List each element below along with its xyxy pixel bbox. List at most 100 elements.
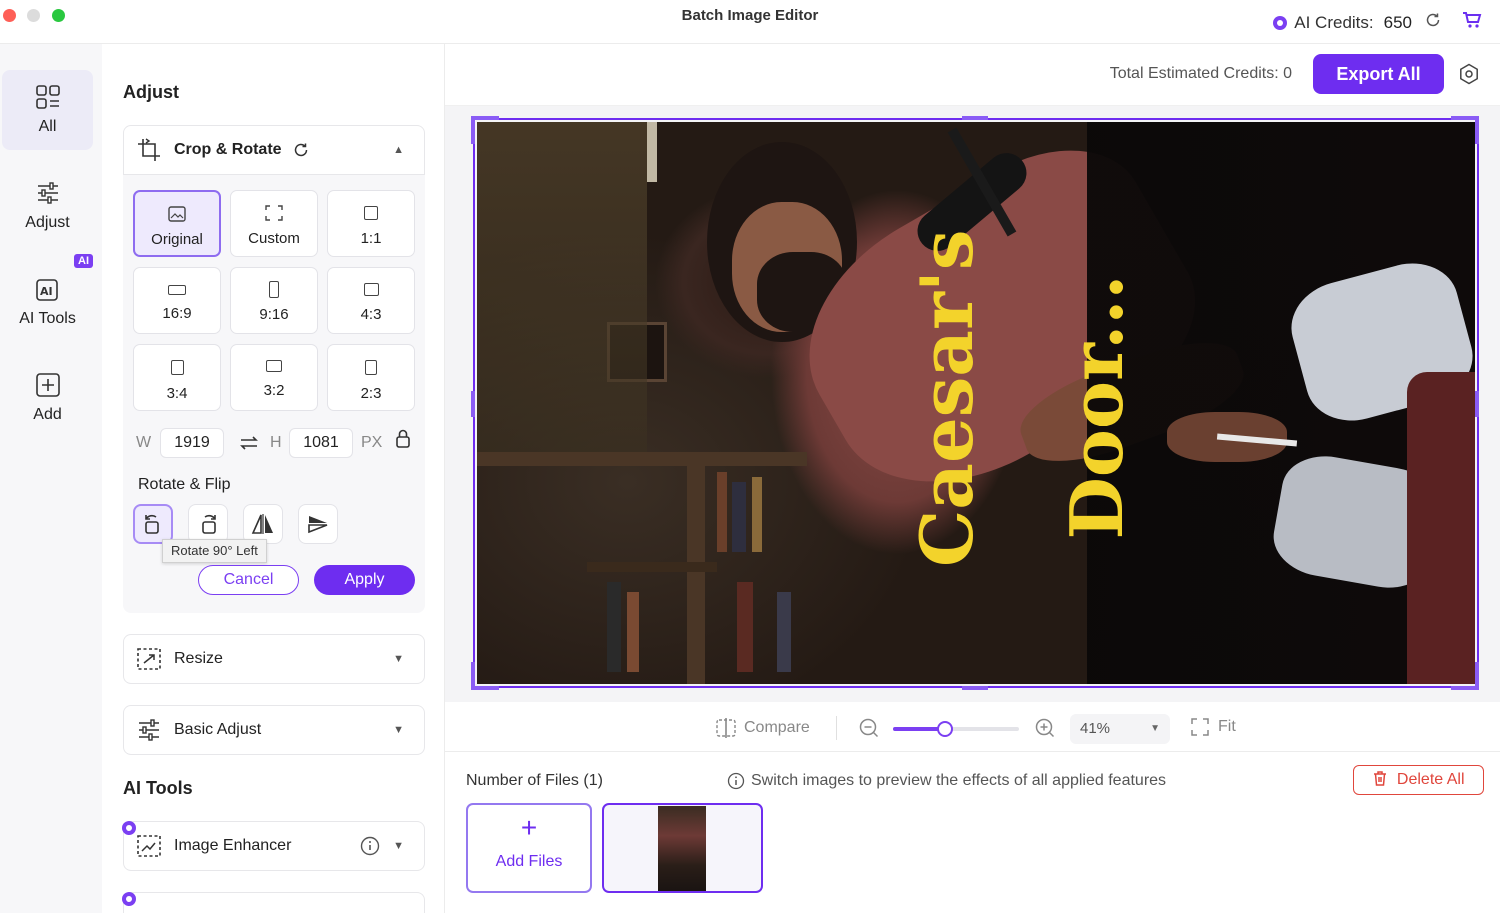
thumbnail-image (658, 806, 706, 891)
landscape-icon (266, 360, 282, 372)
ratio-4-3[interactable]: 4:3 (327, 267, 415, 334)
plus-icon: + (520, 812, 538, 843)
preview-image[interactable]: Caesar's Door... (477, 122, 1475, 684)
fit-label: Fit (1218, 718, 1236, 735)
resize-section[interactable]: Resize ▼ (123, 634, 425, 684)
ratio-label: 2:3 (360, 385, 382, 402)
flip-vertical-button[interactable] (298, 504, 338, 544)
add-files-button[interactable]: + Add Files (466, 803, 592, 893)
compare-label: Compare (744, 719, 810, 736)
rotate-right-icon (202, 514, 216, 534)
ai-credits: AI Credits: 650 (1273, 11, 1482, 34)
ratio-16-9[interactable]: 16:9 (133, 267, 221, 334)
crop-handle-bottom[interactable] (962, 686, 988, 690)
zoom-slider-knob[interactable] (937, 721, 953, 737)
crop-handle-left[interactable] (471, 391, 475, 417)
chevron-down-icon[interactable]: ▼ (393, 840, 404, 852)
ratio-custom[interactable]: Custom (230, 190, 318, 257)
hint-text: Switch images to preview the effects of … (727, 772, 1166, 790)
credits-icon (1273, 15, 1288, 30)
lock-icon[interactable] (394, 429, 412, 449)
files-count: Number of Files (1) (466, 772, 603, 789)
left-rail: All Adjust AI AI AI Tools Add (0, 44, 102, 913)
crop-icon (138, 138, 160, 161)
crop-handle-bottom-left[interactable] (471, 662, 499, 690)
rail-label-ai-tools: AI Tools (19, 310, 76, 327)
crop-handle-top-left[interactable] (471, 116, 499, 144)
crop-rotate-header[interactable]: Crop & Rotate ▲ (123, 125, 425, 175)
rail-label-all: All (38, 118, 57, 135)
tooltip: Rotate 90° Left (162, 539, 267, 563)
canvas-area[interactable]: Caesar's Door... (445, 106, 1500, 746)
ratio-1-1[interactable]: 1:1 (327, 190, 415, 257)
photo-overlay-text-1: Caesar's (904, 229, 989, 567)
basic-adjust-section[interactable]: Basic Adjust ▼ (123, 705, 425, 755)
delete-all-button[interactable]: Delete All (1353, 765, 1484, 795)
cancel-button[interactable]: Cancel (198, 565, 299, 595)
crop-handle-bottom-right[interactable] (1451, 662, 1479, 690)
ratio-label: 3:4 (166, 385, 188, 402)
chevron-down-icon[interactable]: ▼ (393, 724, 404, 736)
zoom-in-icon[interactable] (1034, 717, 1056, 739)
ratio-label: Custom (248, 230, 300, 247)
cart-icon[interactable] (1462, 11, 1482, 34)
crop-handle-right[interactable] (1475, 391, 1479, 417)
zoom-out-icon[interactable] (858, 717, 880, 739)
compare-button[interactable]: Compare (715, 717, 810, 739)
ratio-9-16[interactable]: 9:16 (230, 267, 318, 334)
export-all-button[interactable]: Export All (1313, 54, 1444, 94)
flip-horizontal-button[interactable] (243, 504, 283, 544)
image-icon (168, 206, 186, 222)
info-icon[interactable] (360, 836, 380, 856)
rail-item-all[interactable]: All (2, 70, 93, 150)
chevron-up-icon[interactable]: ▲ (393, 144, 404, 156)
fit-icon (1191, 718, 1209, 736)
grid-icon (35, 85, 60, 109)
ratio-3-4[interactable]: 3:4 (133, 344, 221, 411)
ratio-3-2[interactable]: 3:2 (230, 344, 318, 411)
basic-adjust-label: Basic Adjust (174, 721, 262, 738)
rotate-left-button[interactable] (133, 504, 173, 544)
crop-handle-top[interactable] (962, 116, 988, 120)
resize-icon (137, 648, 161, 670)
refresh-icon[interactable] (1424, 11, 1442, 34)
resize-label: Resize (174, 650, 223, 667)
image-enhancer-section[interactable]: Image Enhancer ▼ (123, 821, 425, 871)
ai-badge: AI (74, 254, 93, 268)
photo-overlay-text-2: Door... (1054, 274, 1139, 540)
next-ai-tool-section[interactable] (123, 892, 425, 913)
ratio-label: Original (151, 231, 203, 248)
rail-label-add: Add (33, 406, 62, 423)
zoom-select[interactable]: 41% ▼ (1070, 714, 1170, 744)
ai-credit-pin-icon (122, 821, 136, 835)
fit-button[interactable]: Fit (1190, 717, 1236, 737)
ratio-2-3[interactable]: 2:3 (327, 344, 415, 411)
crop-handle-top-right[interactable] (1451, 116, 1479, 144)
flip-horizontal-icon (251, 514, 273, 534)
width-input[interactable]: 1919 (160, 428, 224, 458)
height-label: H (270, 434, 282, 451)
rotate-right-button[interactable] (188, 504, 228, 544)
file-thumbnail[interactable] (602, 803, 763, 893)
height-input[interactable]: 1081 (289, 428, 353, 458)
ratio-label: 1:1 (360, 230, 382, 247)
swap-icon[interactable] (239, 435, 259, 451)
zoom-toolbar: Compare 41% ▼ Fit (445, 702, 1500, 752)
chevron-down-icon[interactable]: ▼ (393, 653, 404, 665)
rail-item-add[interactable]: Add (2, 358, 93, 438)
rail-item-ai-tools[interactable]: AI AI AI Tools (2, 254, 93, 342)
main-topbar: Total Estimated Credits: 0 Export All (445, 44, 1500, 106)
rail-item-adjust[interactable]: Adjust (2, 166, 93, 246)
reset-icon[interactable] (292, 141, 310, 159)
ratio-label: 16:9 (162, 305, 192, 322)
rail-label-adjust: Adjust (25, 214, 70, 231)
settings-icon[interactable] (1458, 63, 1480, 85)
sliders-icon (37, 182, 58, 204)
ratio-original[interactable]: Original (133, 190, 221, 257)
portrait-icon (269, 281, 279, 298)
total-estimated-credits: Total Estimated Credits: 0 (1109, 65, 1292, 82)
image-enhancer-label: Image Enhancer (174, 837, 292, 854)
apply-button[interactable]: Apply (314, 565, 415, 595)
ratio-label: 4:3 (360, 306, 382, 323)
width-label: W (136, 434, 152, 451)
